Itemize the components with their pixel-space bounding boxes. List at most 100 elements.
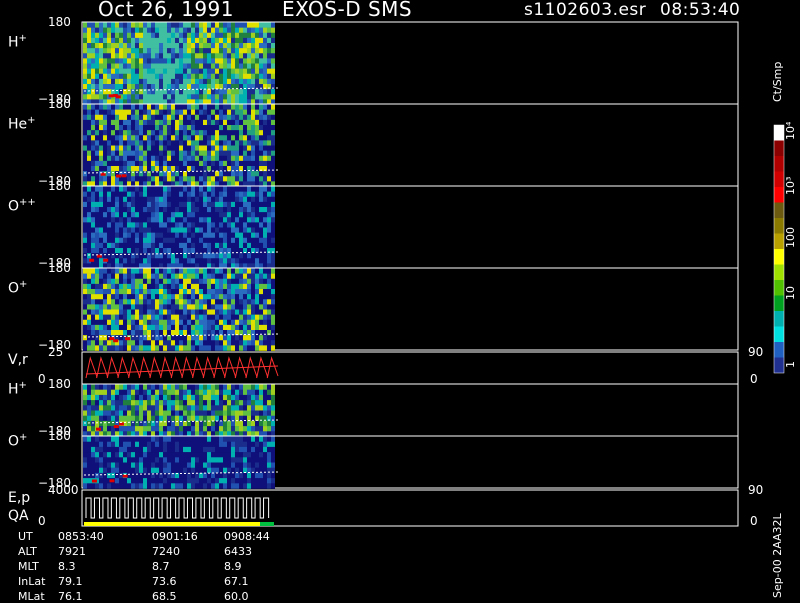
spectrogram-cell [267, 227, 271, 233]
spectrogram-cell [171, 384, 175, 390]
spectrogram-cell [143, 186, 147, 192]
spectrogram-cell [95, 43, 99, 49]
spectrogram-cell [239, 207, 243, 213]
spectrogram-cell [147, 478, 151, 484]
spectrogram-cell [247, 324, 251, 331]
spectrogram-cell [247, 309, 251, 315]
spectrogram-cell [111, 242, 115, 249]
spectrogram-cell [163, 201, 167, 208]
spectrogram-cell [235, 201, 239, 208]
spectrogram-cell [95, 186, 99, 192]
spectrogram-cell [223, 400, 227, 406]
spectrogram-cell [223, 309, 227, 315]
spectrogram-cell [227, 155, 231, 162]
spectrogram-cell [107, 212, 111, 218]
spectrogram-cell [271, 150, 275, 157]
spectrogram-cell [227, 452, 231, 458]
spectrogram-cell [163, 389, 167, 396]
panel-label-sup: + [18, 380, 27, 391]
spectrogram-cell [255, 345, 259, 351]
spectrogram-cell [235, 58, 239, 64]
spectrogram-cell [207, 319, 211, 326]
spectrogram-cell [131, 483, 135, 489]
spectrogram-cell [271, 410, 275, 416]
spectrogram-cell [135, 457, 139, 463]
spectrogram-cell [95, 335, 99, 341]
spectrogram-cell [191, 319, 195, 326]
spectrogram-cell [163, 140, 167, 146]
spectrogram-cell [179, 32, 183, 39]
spectrogram-cell [127, 84, 131, 90]
spectrogram-cell [139, 324, 143, 331]
spectrogram-cell [215, 207, 219, 213]
spectrogram-cell [143, 441, 147, 448]
spectrogram-cell [119, 58, 123, 64]
spectrogram-cell [119, 278, 123, 285]
spectrogram-cell [135, 207, 139, 213]
spectrogram-cell [123, 63, 127, 69]
spectrogram-cell [87, 94, 91, 100]
spectrogram-cell [87, 309, 91, 315]
spectrogram-cell [235, 405, 239, 411]
spectrogram-cell [239, 405, 243, 411]
spectrogram-cell [143, 130, 147, 136]
spectrogram-cell [259, 268, 263, 274]
spectrogram-cell [267, 201, 271, 208]
spectrogram-cell [163, 426, 167, 432]
spectrogram-cell [143, 289, 147, 295]
spectrogram-cell [259, 191, 263, 198]
spectrogram-cell [107, 125, 111, 131]
spectrogram-cell [171, 405, 175, 411]
spectrogram-cell [127, 48, 131, 54]
spectrogram-cell [211, 155, 215, 162]
spectrogram-cell [115, 48, 119, 54]
spectrogram-cell [199, 58, 203, 64]
spectrogram-cell [159, 119, 163, 126]
spectrogram-cell [115, 89, 119, 95]
spectrogram-cell [127, 73, 131, 80]
spectrogram-cell [91, 330, 95, 336]
spectrogram-cell [91, 314, 95, 321]
spectrogram-cell [219, 467, 223, 474]
spectrogram-cell [243, 268, 247, 274]
spectrogram-cell [111, 384, 115, 390]
spectrogram-cell [187, 278, 191, 285]
spectrogram-cell [211, 462, 215, 468]
spectrogram-cell [87, 324, 91, 331]
spectrogram-cell [87, 415, 91, 422]
spectrogram-cell [143, 483, 147, 489]
spectrogram-cell [151, 166, 155, 172]
spectrogram-cell [147, 389, 151, 396]
spectrogram-cell [255, 294, 259, 300]
spectrogram-cell [251, 78, 255, 85]
spectrogram-cell [135, 452, 139, 458]
spectrogram-cell [215, 340, 219, 346]
spectrogram-cell [191, 84, 195, 90]
spectrogram-cell [83, 299, 87, 305]
ytick-bottom: 0 [38, 372, 46, 386]
spectrogram-cell [171, 436, 175, 442]
spectrogram-cell [99, 140, 103, 146]
spectrogram-cell [199, 119, 203, 126]
spectrogram-cell [103, 441, 107, 448]
spectrogram-cell [219, 27, 223, 34]
spectrogram-cell [183, 483, 187, 489]
spectrogram-cell [151, 289, 155, 295]
spectrogram-cell [203, 207, 207, 213]
spectrogram-cell [107, 273, 111, 280]
spectrogram-cell [119, 135, 123, 141]
spectrogram-cell [135, 232, 139, 239]
spectrogram-cell [271, 109, 275, 116]
spectrogram-cell [151, 27, 155, 34]
spectrogram-cell [211, 340, 215, 346]
spectrogram-cell [211, 114, 215, 121]
spectrogram-cell [171, 400, 175, 406]
spectrogram-cell [183, 299, 187, 305]
spectrogram-cell [211, 145, 215, 151]
spectrogram-cell [95, 314, 99, 321]
spectrogram-cell [183, 394, 187, 401]
spectrogram-cell [195, 155, 199, 162]
spectrogram-cell [263, 130, 267, 136]
spectrogram-cell [195, 289, 199, 295]
spectrogram-cell [103, 109, 107, 116]
